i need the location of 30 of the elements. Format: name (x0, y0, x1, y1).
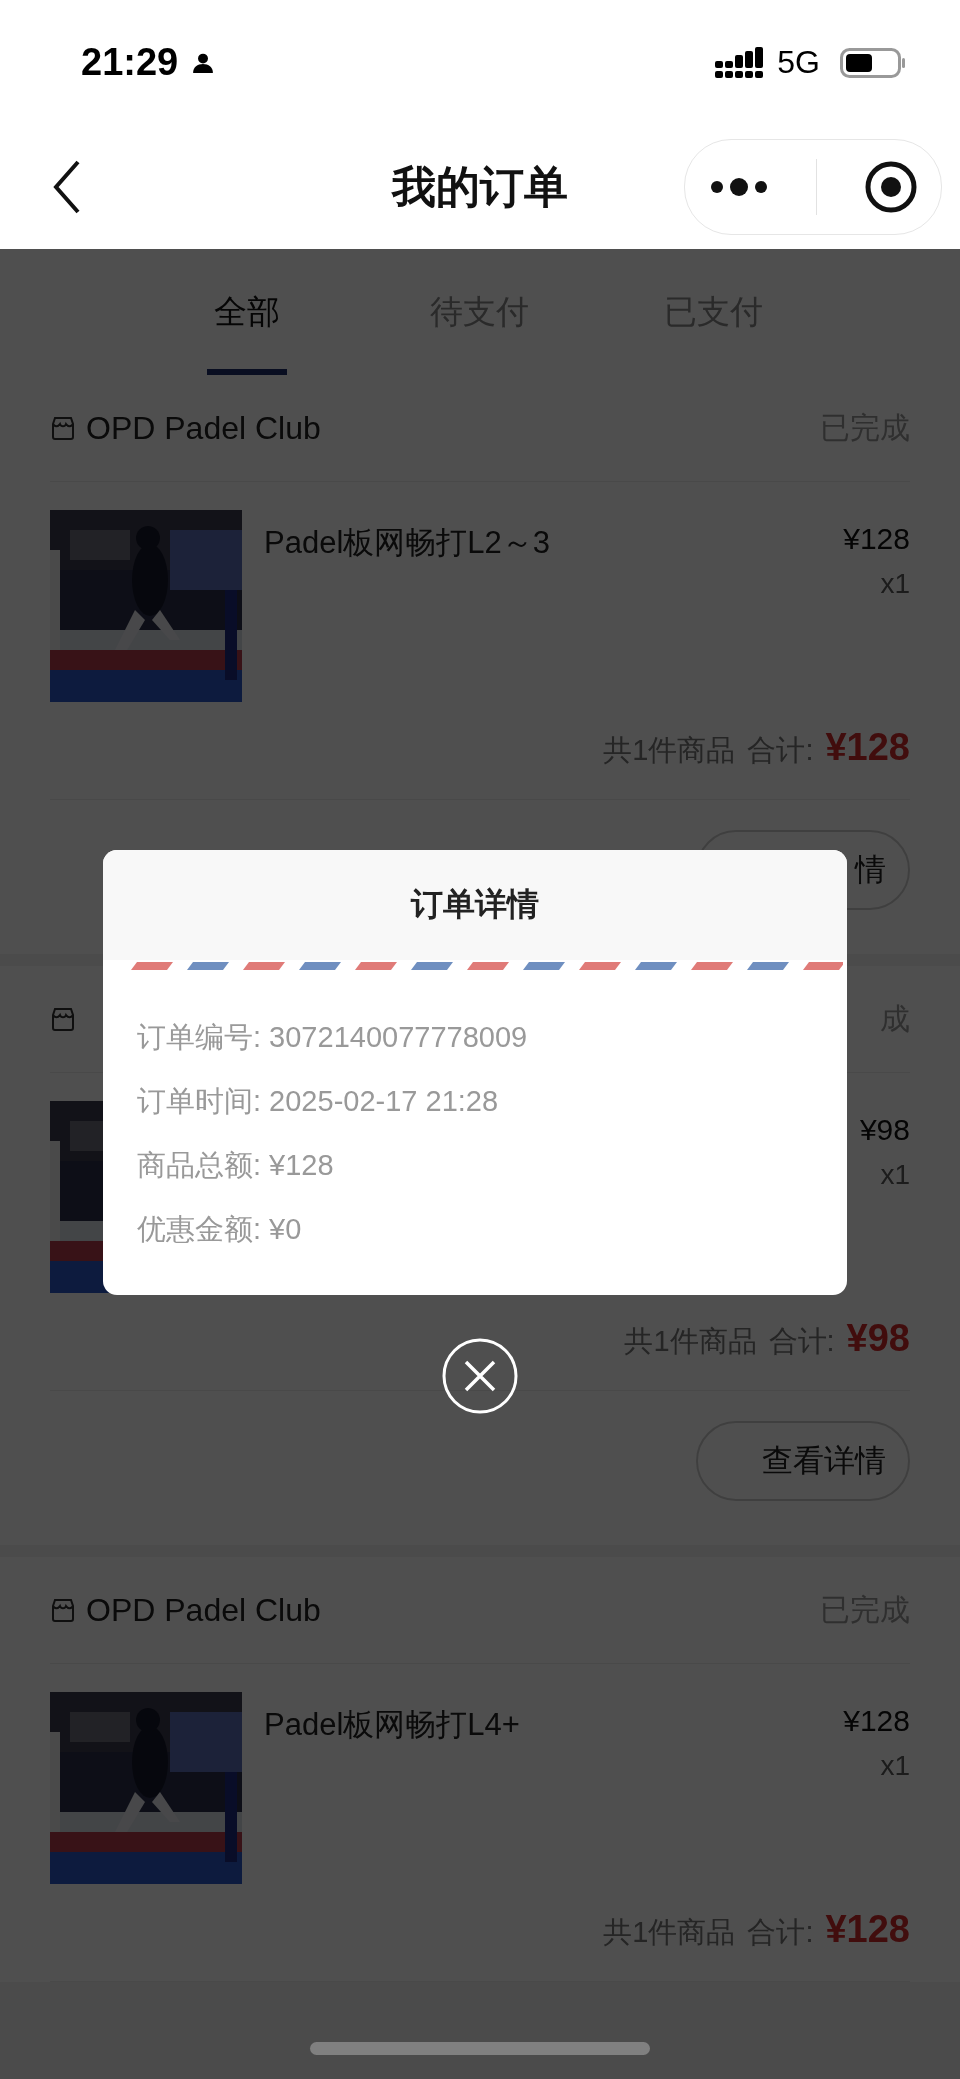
shop-icon (50, 1597, 76, 1623)
network-label: 5G (777, 44, 820, 81)
total-price: ¥128 (825, 1908, 910, 1951)
status-time: 21:29 (81, 41, 179, 84)
shop-name: OPD Padel Club (86, 1591, 321, 1629)
person-icon (192, 51, 215, 74)
shop-icon (50, 1006, 76, 1032)
total-price: ¥128 (825, 726, 910, 769)
product-name: Padel板网畅打L2～3 (264, 524, 550, 562)
dialog-title: 订单详情 (411, 885, 539, 924)
close-icon[interactable] (442, 1338, 518, 1414)
signal-icon (715, 46, 764, 79)
shop-name: OPD Padel Club (86, 409, 321, 447)
close-target-icon[interactable] (863, 160, 918, 214)
product-name: Padel板网畅打L4+ (264, 1706, 520, 1744)
back-icon[interactable] (52, 160, 82, 214)
product-price: ¥98 (859, 1113, 910, 1147)
product-price: ¥128 (843, 1704, 910, 1738)
detail-row: 订单编号: 3072140077778009 (137, 1020, 528, 1054)
product-price: ¥128 (843, 522, 910, 556)
battery-icon (840, 47, 906, 78)
page-title: 我的订单 (390, 160, 569, 213)
details-button[interactable]: 查看详情 (696, 1421, 910, 1501)
detail-row: 优惠金额: ¥0 (137, 1212, 302, 1246)
shop-icon (50, 415, 76, 441)
detail-row: 订单时间: 2025-02-17 21:28 (137, 1084, 499, 1118)
total-price: ¥98 (846, 1317, 910, 1360)
more-icon[interactable] (708, 177, 769, 197)
detail-row: 商品总额: ¥128 (137, 1148, 334, 1182)
tab[interactable]: 全部 (130, 249, 364, 375)
